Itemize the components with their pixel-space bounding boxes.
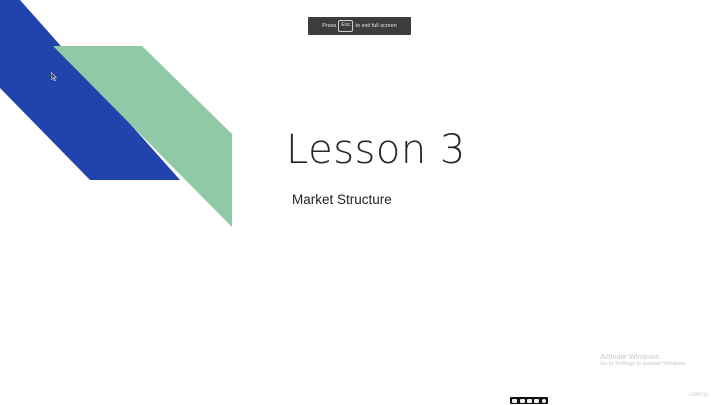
transcript-icon[interactable] [519, 398, 525, 403]
decorative-shapes [0, 0, 232, 227]
slide-subtitle: Market Structure [292, 192, 392, 207]
fullscreen-icon[interactable] [534, 398, 540, 403]
presentation-slide: Press Esc to exit full screen Lesson 3 M… [0, 0, 720, 405]
settings-icon[interactable] [541, 398, 546, 403]
banner-prefix: Press [322, 23, 337, 29]
watermark-title: Activate Windows [600, 352, 660, 361]
activate-windows-watermark: Activate Windows Go to Settings to activ… [600, 352, 687, 368]
slide-title: Lesson 3 [286, 127, 466, 173]
player-controls-bar [510, 397, 548, 404]
brand-logo: Udemy [689, 392, 709, 398]
esc-key-label: Esc [338, 20, 354, 32]
mouse-cursor-icon [51, 72, 57, 81]
captions-icon[interactable] [512, 398, 518, 403]
watermark-subtitle: Go to Settings to activate Windows. [600, 361, 687, 367]
notes-icon[interactable] [526, 398, 532, 403]
fullscreen-exit-banner: Press Esc to exit full screen [308, 17, 411, 35]
banner-suffix: to exit full screen [355, 23, 397, 29]
